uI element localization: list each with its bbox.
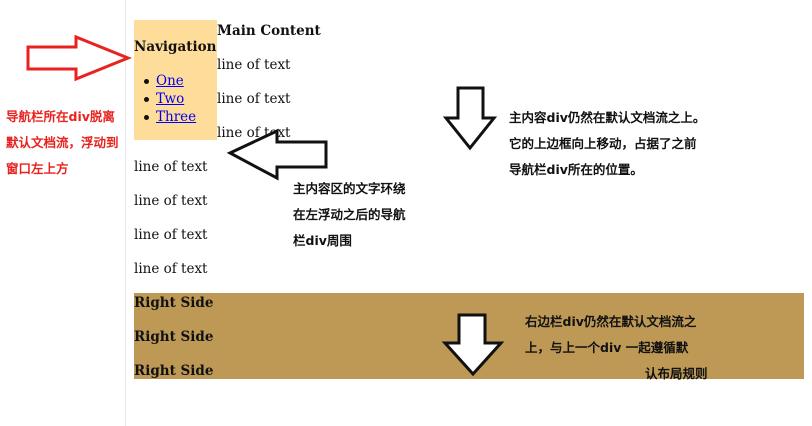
main-annotation-line: 导航栏div所在的位置。 — [509, 162, 643, 177]
right-annotation-line: 上，与上一个div 一起遵循默 — [525, 340, 689, 355]
nav-annotation-line: 默认文档流，浮动到 — [6, 135, 119, 150]
main-annotation-line: 它的上边框向上移动，占据了之前 — [509, 136, 697, 151]
wrap-annotation: 主内容区的文字环绕 在左浮动之后的导航 栏div周围 — [293, 176, 406, 254]
nav-annotation-line: 导航栏所在div脱离 — [6, 109, 115, 124]
nav-annotation: 导航栏所在div脱离 默认文档流，浮动到 窗口左上方 — [6, 104, 119, 182]
black-left-arrow-icon — [226, 128, 328, 181]
black-down-arrow-icon-main — [442, 86, 498, 151]
right-annotation-line: 右边栏div仍然在默认文档流之 — [525, 314, 697, 329]
main-annotation-line: 主内容div仍然在默认文档流之上。 — [509, 110, 706, 125]
wrap-annotation-line: 在左浮动之后的导航 — [293, 207, 406, 222]
main-annotation: 主内容div仍然在默认文档流之上。 它的上边框向上移动，占据了之前 导航栏div… — [509, 105, 705, 183]
black-down-arrow-icon-right — [441, 313, 505, 377]
red-right-arrow-icon — [26, 34, 133, 82]
right-annotation-line: 认布局规则 — [645, 366, 708, 381]
right-annotation: 右边栏div仍然在默认文档流之 上，与上一个div 一起遵循默 认布局规则 — [525, 309, 708, 387]
wrap-annotation-line: 主内容区的文字环绕 — [293, 181, 406, 196]
nav-annotation-line: 窗口左上方 — [6, 161, 69, 176]
wrap-annotation-line: 栏div周围 — [293, 233, 352, 248]
